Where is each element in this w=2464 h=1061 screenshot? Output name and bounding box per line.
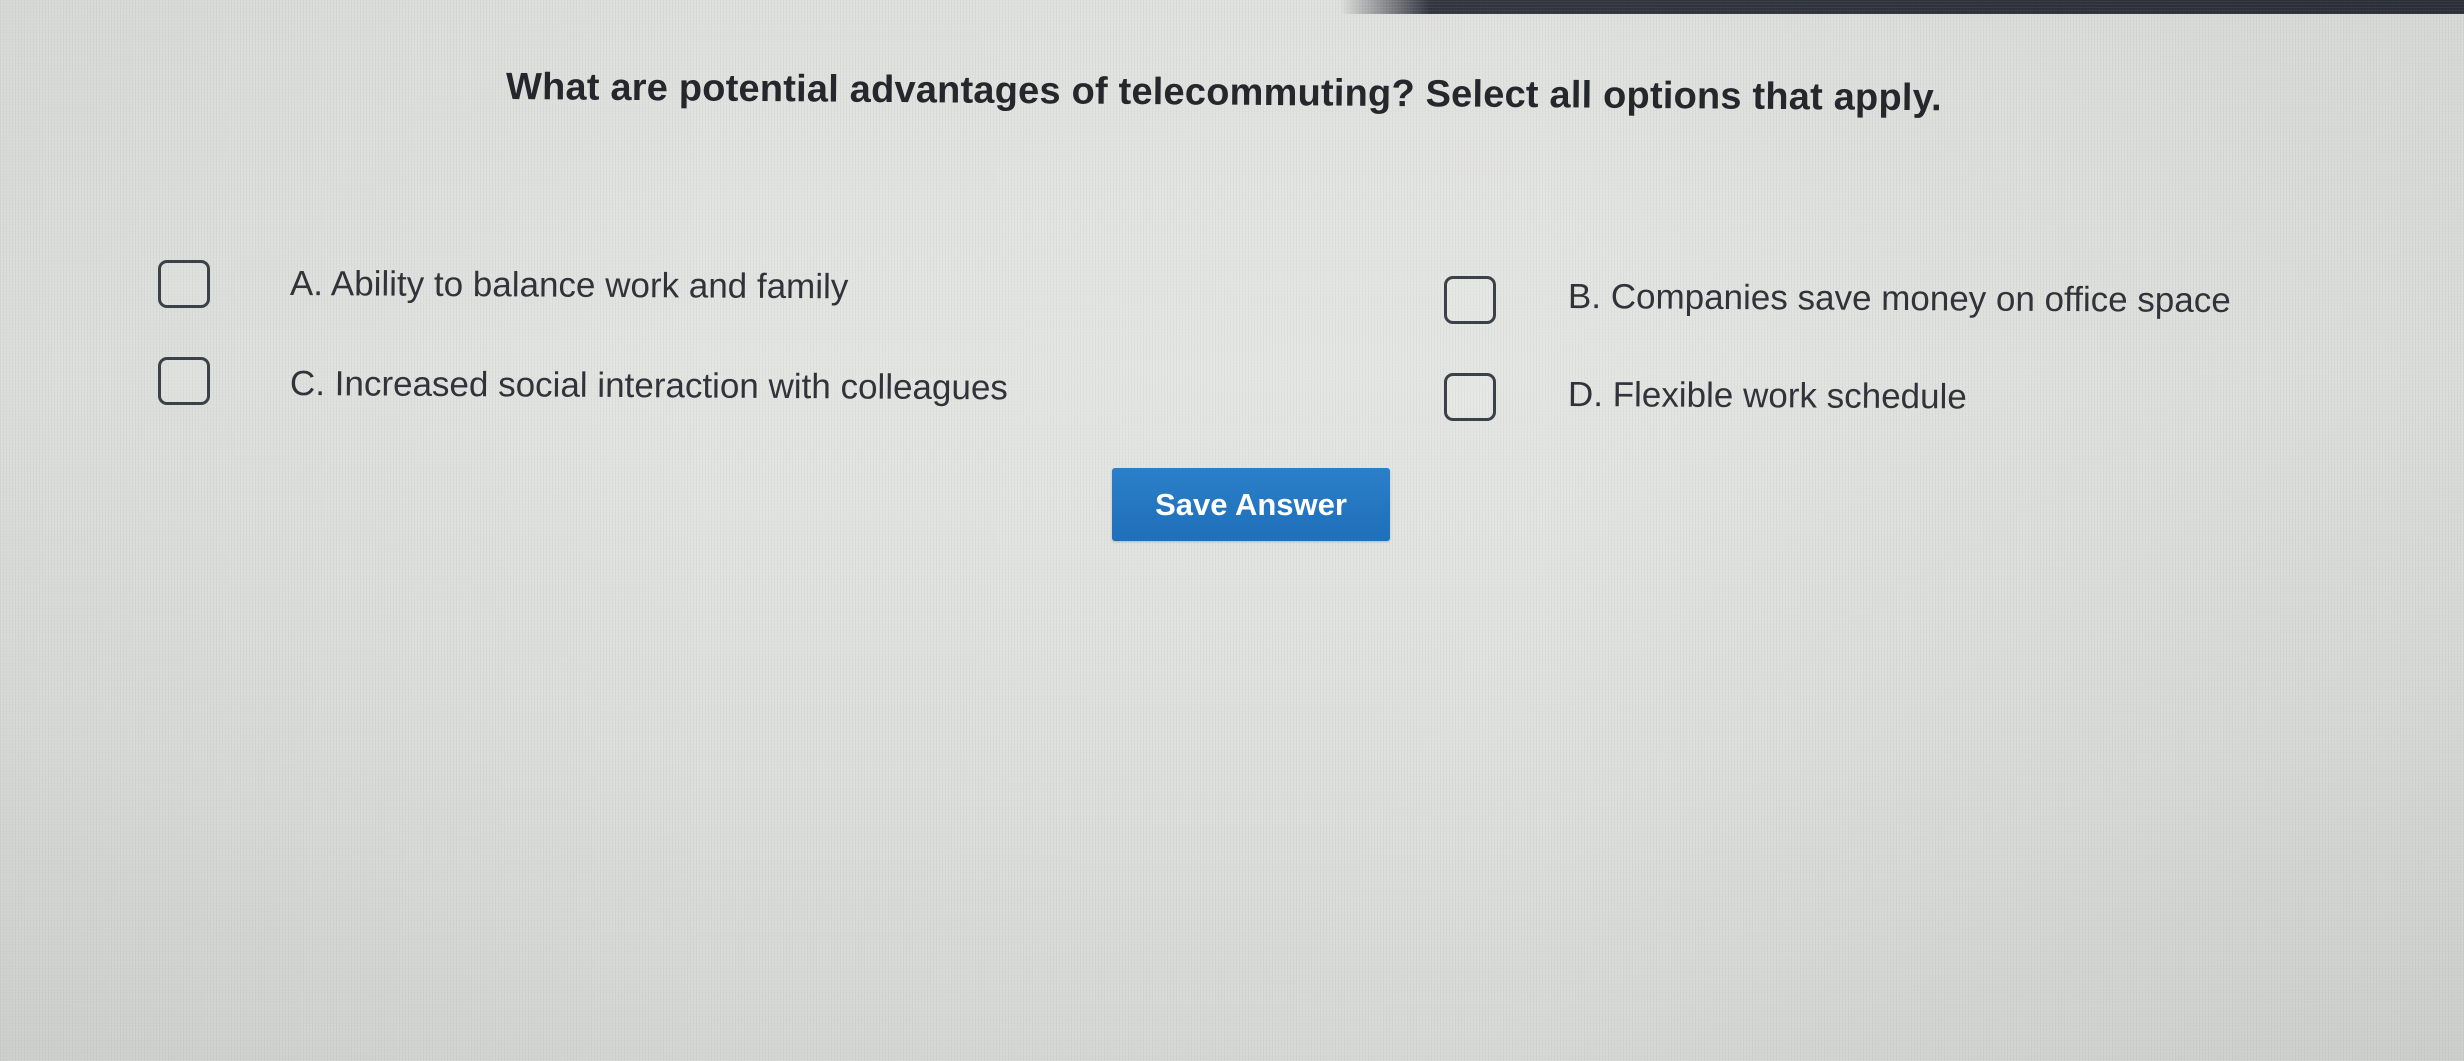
option-a-checkbox[interactable] xyxy=(158,260,210,308)
option-b-checkbox[interactable] xyxy=(1444,276,1496,324)
option-b-label[interactable]: B. Companies save money on office space xyxy=(1568,277,2231,321)
question-title: What are potential advantages of telecom… xyxy=(505,66,1943,120)
option-a-label[interactable]: A. Ability to balance work and family xyxy=(290,264,849,307)
option-c-label[interactable]: C. Increased social interaction with col… xyxy=(290,364,1008,408)
option-d-label[interactable]: D. Flexible work schedule xyxy=(1568,375,1967,417)
screen-bezel xyxy=(1340,0,2464,14)
option-c-checkbox[interactable] xyxy=(158,357,210,405)
option-d-checkbox[interactable] xyxy=(1444,373,1496,421)
save-answer-button[interactable]: Save Answer xyxy=(1112,468,1390,541)
